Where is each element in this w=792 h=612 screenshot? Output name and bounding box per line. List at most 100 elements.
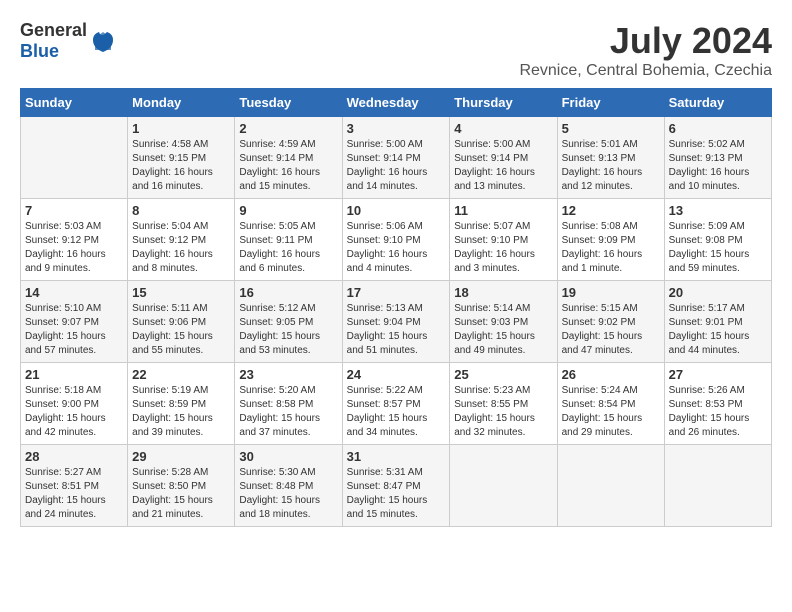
day-info: Sunrise: 5:09 AMSunset: 9:08 PMDaylight:… <box>669 220 767 276</box>
header-monday: Monday <box>128 89 235 117</box>
day-cell: 20Sunrise: 5:17 AMSunset: 9:01 PMDayligh… <box>664 281 771 363</box>
header-tuesday: Tuesday <box>235 89 342 117</box>
day-info: Sunrise: 5:14 AMSunset: 9:03 PMDaylight:… <box>454 302 552 358</box>
day-cell: 25Sunrise: 5:23 AMSunset: 8:55 PMDayligh… <box>450 363 557 445</box>
day-info: Sunrise: 5:19 AMSunset: 8:59 PMDaylight:… <box>132 384 230 440</box>
title-block: July 2024 Revnice, Central Bohemia, Czec… <box>519 20 772 80</box>
day-cell <box>450 445 557 527</box>
day-number: 2 <box>239 121 337 136</box>
logo: General Blue <box>20 20 115 62</box>
header-friday: Friday <box>557 89 664 117</box>
day-number: 22 <box>132 367 230 382</box>
day-number: 28 <box>25 449 123 464</box>
day-info: Sunrise: 4:59 AMSunset: 9:14 PMDaylight:… <box>239 138 337 194</box>
day-cell: 12 Sunrise: 5:08 AMSunset: 9:09 PMDayligh… <box>557 199 664 281</box>
day-cell: 4Sunrise: 5:00 AMSunset: 9:14 PMDaylight… <box>450 117 557 199</box>
header-thursday: Thursday <box>450 89 557 117</box>
day-number: 10 <box>347 203 446 218</box>
day-number: 17 <box>347 285 446 300</box>
day-cell: 23 Sunrise: 5:20 AMSunset: 8:58 PMDayligh… <box>235 363 342 445</box>
day-info: Sunrise: 5:00 AMSunset: 9:14 PMDaylight:… <box>347 138 446 194</box>
day-info: Sunrise: 5:08 AMSunset: 9:09 PMDaylight:… <box>562 220 660 276</box>
day-number: 31 <box>347 449 446 464</box>
day-info: Sunrise: 5:01 AMSunset: 9:13 PMDaylight:… <box>562 138 660 194</box>
day-info: Sunrise: 5:23 AMSunset: 8:55 PMDaylight:… <box>454 384 552 440</box>
day-info: Sunrise: 5:05 AMSunset: 9:11 PMDaylight:… <box>239 220 337 276</box>
day-cell: 30Sunrise: 5:30 AMSunset: 8:48 PMDayligh… <box>235 445 342 527</box>
day-cell: 14 Sunrise: 5:10 AMSunset: 9:07 PMDayligh… <box>21 281 128 363</box>
day-cell: 19Sunrise: 5:15 AMSunset: 9:02 PMDayligh… <box>557 281 664 363</box>
day-cell: 24Sunrise: 5:22 AMSunset: 8:57 PMDayligh… <box>342 363 450 445</box>
week-row-4: 28 Sunrise: 5:27 AMSunset: 8:51 PMDayligh… <box>21 445 772 527</box>
day-info: Sunrise: 5:06 AMSunset: 9:10 PMDaylight:… <box>347 220 446 276</box>
day-number: 13 <box>669 203 767 218</box>
day-cell: 1 Sunrise: 4:58 AMSunset: 9:15 PMDaylight… <box>128 117 235 199</box>
day-info: Sunrise: 5:15 AMSunset: 9:02 PMDaylight:… <box>562 302 660 358</box>
week-row-0: 1 Sunrise: 4:58 AMSunset: 9:15 PMDaylight… <box>21 117 772 199</box>
day-number: 27 <box>669 367 767 382</box>
header-sunday: Sunday <box>21 89 128 117</box>
day-info: Sunrise: 5:31 AMSunset: 8:47 PMDaylight:… <box>347 466 446 522</box>
day-cell: 8Sunrise: 5:04 AMSunset: 9:12 PMDaylight… <box>128 199 235 281</box>
day-cell <box>664 445 771 527</box>
day-cell: 15Sunrise: 5:11 AMSunset: 9:06 PMDayligh… <box>128 281 235 363</box>
day-cell: 17 Sunrise: 5:13 AMSunset: 9:04 PMDayligh… <box>342 281 450 363</box>
day-cell: 11Sunrise: 5:07 AMSunset: 9:10 PMDayligh… <box>450 199 557 281</box>
day-cell: 31 Sunrise: 5:31 AMSunset: 8:47 PMDayligh… <box>342 445 450 527</box>
day-number: 1 <box>132 121 230 136</box>
day-cell: 6Sunrise: 5:02 AMSunset: 9:13 PMDaylight… <box>664 117 771 199</box>
day-cell: 10 Sunrise: 5:06 AMSunset: 9:10 PMDayligh… <box>342 199 450 281</box>
day-cell: 13 Sunrise: 5:09 AMSunset: 9:08 PMDayligh… <box>664 199 771 281</box>
day-number: 21 <box>25 367 123 382</box>
day-cell: 27 Sunrise: 5:26 AMSunset: 8:53 PMDayligh… <box>664 363 771 445</box>
day-info: Sunrise: 5:10 AMSunset: 9:07 PMDaylight:… <box>25 302 123 358</box>
day-cell: 21 Sunrise: 5:18 AMSunset: 9:00 PMDayligh… <box>21 363 128 445</box>
day-info: Sunrise: 5:18 AMSunset: 9:00 PMDaylight:… <box>25 384 123 440</box>
day-cell: 16 Sunrise: 5:12 AMSunset: 9:05 PMDayligh… <box>235 281 342 363</box>
header-row: SundayMondayTuesdayWednesdayThursdayFrid… <box>21 89 772 117</box>
logo-blue: Blue <box>20 41 87 62</box>
day-number: 6 <box>669 121 767 136</box>
day-number: 15 <box>132 285 230 300</box>
day-cell: 22 Sunrise: 5:19 AMSunset: 8:59 PMDayligh… <box>128 363 235 445</box>
day-info: Sunrise: 5:13 AMSunset: 9:04 PMDaylight:… <box>347 302 446 358</box>
day-number: 8 <box>132 203 230 218</box>
logo-icon <box>91 30 115 54</box>
day-number: 3 <box>347 121 446 136</box>
day-info: Sunrise: 5:27 AMSunset: 8:51 PMDaylight:… <box>25 466 123 522</box>
week-row-1: 7 Sunrise: 5:03 AMSunset: 9:12 PMDaylight… <box>21 199 772 281</box>
day-number: 18 <box>454 285 552 300</box>
header-wednesday: Wednesday <box>342 89 450 117</box>
day-cell <box>21 117 128 199</box>
day-number: 23 <box>239 367 337 382</box>
page-header: General Blue July 2024 Revnice, Central … <box>20 20 772 80</box>
logo-general: General <box>20 20 87 41</box>
day-info: Sunrise: 5:17 AMSunset: 9:01 PMDaylight:… <box>669 302 767 358</box>
day-info: Sunrise: 5:30 AMSunset: 8:48 PMDaylight:… <box>239 466 337 522</box>
week-row-3: 21 Sunrise: 5:18 AMSunset: 9:00 PMDayligh… <box>21 363 772 445</box>
day-cell <box>557 445 664 527</box>
day-number: 14 <box>25 285 123 300</box>
day-info: Sunrise: 5:28 AMSunset: 8:50 PMDaylight:… <box>132 466 230 522</box>
day-info: Sunrise: 5:26 AMSunset: 8:53 PMDaylight:… <box>669 384 767 440</box>
day-number: 9 <box>239 203 337 218</box>
day-number: 4 <box>454 121 552 136</box>
month-year-title: July 2024 <box>519 20 772 62</box>
day-info: Sunrise: 5:24 AMSunset: 8:54 PMDaylight:… <box>562 384 660 440</box>
day-cell: 3 Sunrise: 5:00 AMSunset: 9:14 PMDaylight… <box>342 117 450 199</box>
day-number: 12 <box>562 203 660 218</box>
day-info: Sunrise: 5:03 AMSunset: 9:12 PMDaylight:… <box>25 220 123 276</box>
day-number: 11 <box>454 203 552 218</box>
day-info: Sunrise: 5:20 AMSunset: 8:58 PMDaylight:… <box>239 384 337 440</box>
day-cell: 2 Sunrise: 4:59 AMSunset: 9:14 PMDaylight… <box>235 117 342 199</box>
day-number: 29 <box>132 449 230 464</box>
day-cell: 26Sunrise: 5:24 AMSunset: 8:54 PMDayligh… <box>557 363 664 445</box>
day-info: Sunrise: 4:58 AMSunset: 9:15 PMDaylight:… <box>132 138 230 194</box>
logo-text: General Blue <box>20 20 87 62</box>
day-cell: 29 Sunrise: 5:28 AMSunset: 8:50 PMDayligh… <box>128 445 235 527</box>
day-info: Sunrise: 5:12 AMSunset: 9:05 PMDaylight:… <box>239 302 337 358</box>
day-number: 16 <box>239 285 337 300</box>
day-number: 5 <box>562 121 660 136</box>
day-number: 7 <box>25 203 123 218</box>
day-info: Sunrise: 5:22 AMSunset: 8:57 PMDaylight:… <box>347 384 446 440</box>
